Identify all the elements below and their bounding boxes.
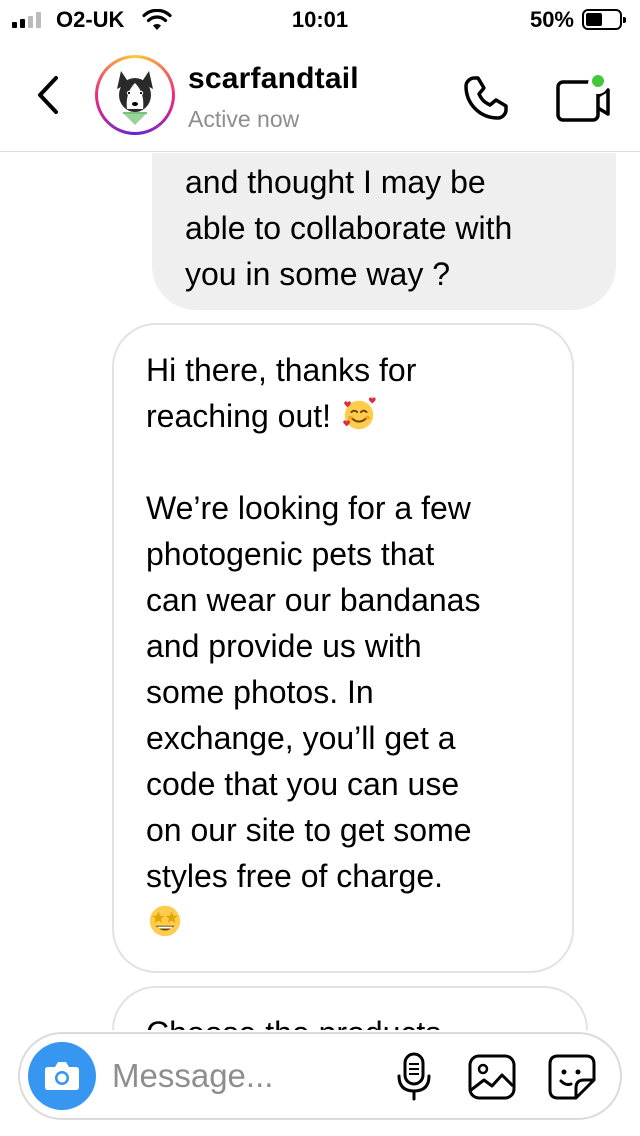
- smiling-face-with-hearts-emoji-icon: [343, 397, 376, 430]
- camera-icon: [45, 1062, 79, 1090]
- gallery-button[interactable]: [466, 1050, 518, 1104]
- chevron-left-icon: [38, 76, 58, 114]
- phone-icon: [464, 76, 508, 120]
- incoming-message-bubble[interactable]: Hi there, thanks for reaching out! We’re…: [112, 323, 574, 973]
- chat-header: scarfandtail Active now: [0, 40, 640, 152]
- incoming-message-bubble-2[interactable]: Choose the products: [112, 986, 588, 1033]
- status-bar: O2-UK 10:01 50%: [0, 0, 640, 40]
- battery-icon: [582, 9, 626, 30]
- message-composer: [18, 1032, 622, 1120]
- camera-button[interactable]: [28, 1042, 96, 1110]
- contact-name[interactable]: scarfandtail: [188, 62, 359, 96]
- image-icon: [468, 1054, 516, 1100]
- incoming-message-body: We’re looking for a few photogenic pets …: [146, 490, 481, 894]
- voice-message-button[interactable]: [392, 1050, 436, 1104]
- back-button[interactable]: [30, 70, 70, 120]
- incoming-message-text: Hi there, thanks for reaching out! We’re…: [146, 347, 552, 945]
- microphone-icon: [397, 1052, 431, 1101]
- sticker-icon: [548, 1054, 596, 1100]
- contact-active-status: Active now: [188, 106, 300, 132]
- outgoing-message-text: and thought I may be able to collaborate…: [185, 164, 513, 292]
- video-call-button[interactable]: [552, 70, 612, 126]
- composer-bar: [0, 1030, 640, 1136]
- husky-dog-avatar-icon: [101, 61, 169, 129]
- battery-percentage: 50%: [529, 7, 574, 32]
- star-struck-emoji-icon: [149, 905, 181, 937]
- contact-avatar[interactable]: [95, 55, 175, 135]
- voice-call-button[interactable]: [460, 72, 512, 124]
- message-input[interactable]: [112, 1048, 382, 1104]
- active-indicator-dot: [590, 73, 606, 89]
- outgoing-message-bubble[interactable]: and thought I may be able to collaborate…: [152, 153, 616, 310]
- sticker-button[interactable]: [546, 1050, 598, 1104]
- message-thread[interactable]: and thought I may be able to collaborate…: [0, 153, 640, 1033]
